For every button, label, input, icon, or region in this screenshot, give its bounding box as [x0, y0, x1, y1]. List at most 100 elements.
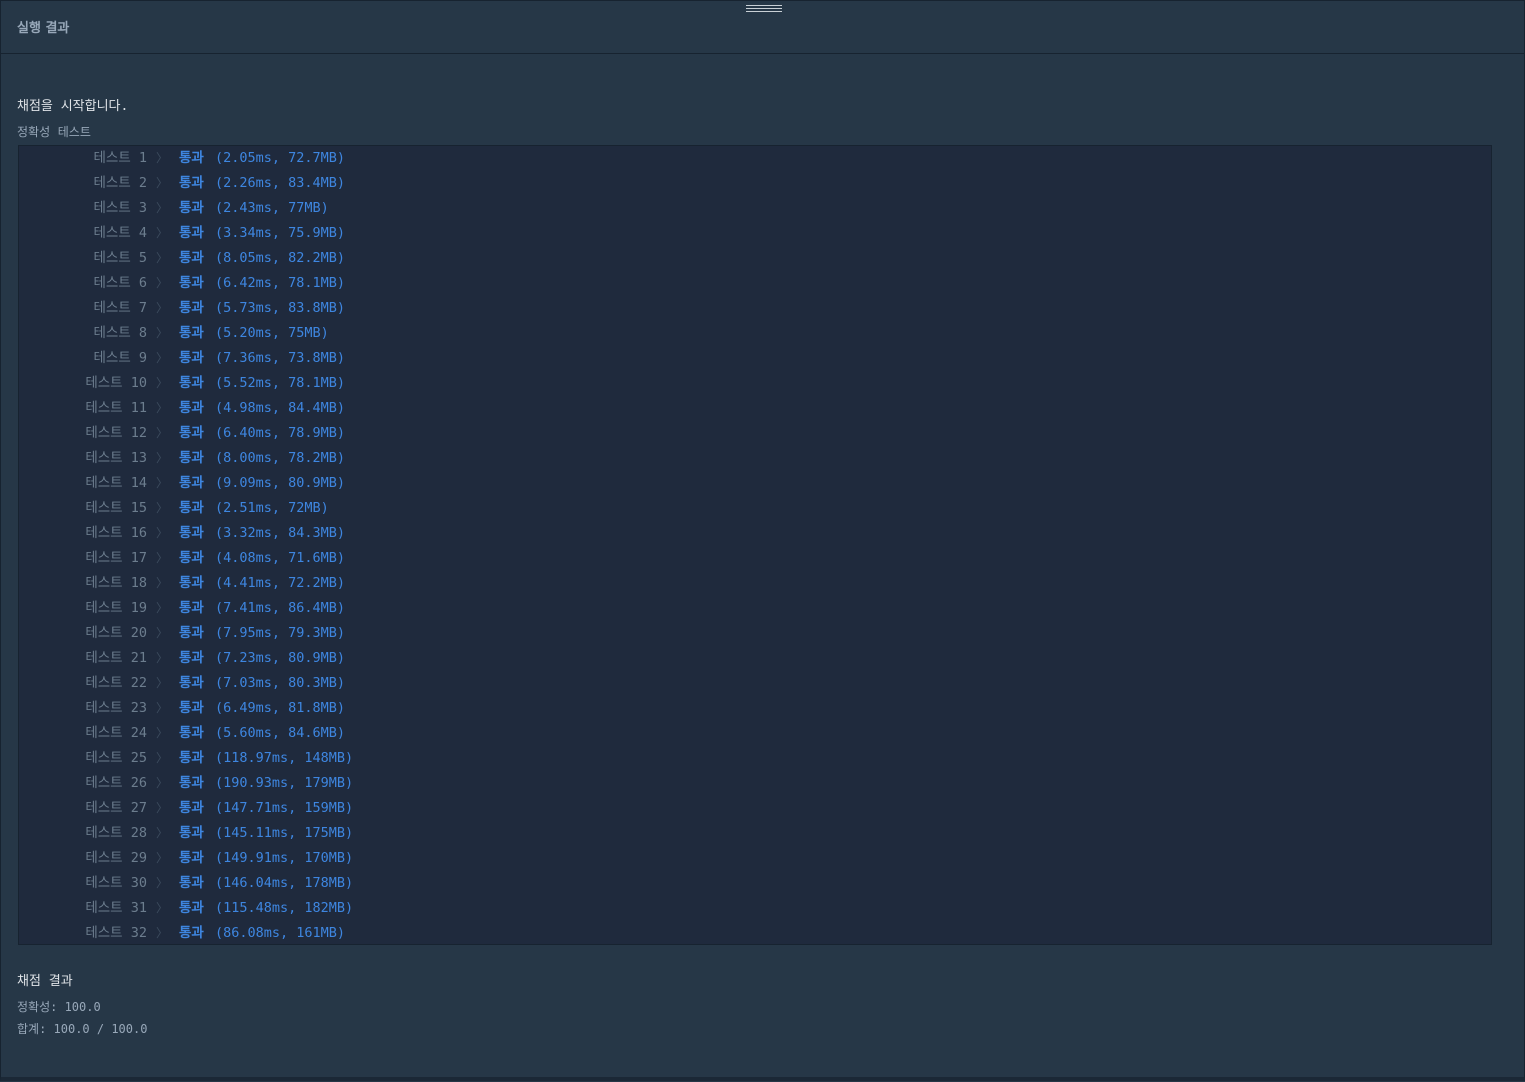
test-label: 테스트 12 [85, 425, 147, 441]
test-result: 통과 [179, 475, 204, 491]
drag-handle-icon[interactable] [746, 5, 782, 14]
test-detail: (8.05ms, 82.2MB) [215, 250, 346, 266]
test-detail: (6.49ms, 81.8MB) [215, 700, 346, 716]
chevron-right-icon: 〉 [156, 251, 169, 265]
chevron-right-icon: 〉 [156, 151, 169, 165]
test-detail: (5.73ms, 83.8MB) [215, 300, 346, 316]
test-result: 통과 [179, 650, 204, 666]
test-result: 통과 [179, 925, 204, 941]
test-label: 테스트 14 [85, 475, 147, 491]
test-label: 테스트 5 [93, 250, 147, 266]
test-detail: (2.26ms, 83.4MB) [215, 175, 346, 191]
test-result: 통과 [179, 800, 204, 816]
test-detail: (5.60ms, 84.6MB) [215, 725, 346, 741]
test-label: 테스트 29 [85, 850, 147, 866]
chevron-right-icon: 〉 [156, 226, 169, 240]
test-label: 테스트 15 [85, 500, 147, 516]
test-result: 통과 [179, 575, 204, 591]
chevron-right-icon: 〉 [156, 826, 169, 840]
test-detail: (190.93ms, 179MB) [215, 775, 354, 791]
test-detail: (118.97ms, 148MB) [215, 750, 354, 766]
test-label: 테스트 7 [93, 300, 147, 316]
chevron-right-icon: 〉 [156, 201, 169, 215]
test-result: 통과 [179, 700, 204, 716]
summary-total: 합계: 100.0 / 100.0 [17, 1022, 148, 1036]
test-result: 통과 [179, 400, 204, 416]
test-label: 테스트 4 [93, 225, 147, 241]
chevron-right-icon: 〉 [156, 451, 169, 465]
chevron-right-icon: 〉 [156, 576, 169, 590]
summary-accuracy: 정확성: 100.0 [17, 1000, 101, 1014]
chevron-right-icon: 〉 [156, 551, 169, 565]
test-detail: (4.98ms, 84.4MB) [215, 400, 346, 416]
test-detail: (7.95ms, 79.3MB) [215, 625, 346, 641]
test-result: 통과 [179, 375, 204, 391]
test-label: 테스트 6 [93, 275, 147, 291]
chevron-right-icon: 〉 [156, 901, 169, 915]
test-result: 통과 [179, 600, 204, 616]
chevron-right-icon: 〉 [156, 726, 169, 740]
test-result: 통과 [179, 525, 204, 541]
chevron-right-icon: 〉 [156, 276, 169, 290]
test-label: 테스트 9 [93, 350, 147, 366]
test-detail: (2.51ms, 72MB) [215, 500, 329, 516]
test-result: 통과 [179, 500, 204, 516]
test-detail: (5.20ms, 75MB) [215, 325, 329, 341]
test-result: 통과 [179, 275, 204, 291]
test-label: 테스트 28 [85, 825, 147, 841]
test-label: 테스트 31 [85, 900, 147, 916]
test-result: 통과 [179, 225, 204, 241]
chevron-right-icon: 〉 [156, 926, 169, 940]
test-result: 통과 [179, 150, 204, 166]
chevron-right-icon: 〉 [156, 351, 169, 365]
test-detail: (3.34ms, 75.9MB) [215, 225, 346, 241]
test-result: 통과 [179, 350, 204, 366]
test-detail: (7.23ms, 80.9MB) [215, 650, 346, 666]
test-label: 테스트 1 [93, 150, 147, 166]
chevron-right-icon: 〉 [156, 776, 169, 790]
test-detail: (7.36ms, 73.8MB) [215, 350, 346, 366]
test-label: 테스트 23 [85, 700, 147, 716]
section-label: 정확성 테스트 [17, 125, 91, 139]
test-detail: (146.04ms, 178MB) [215, 875, 354, 891]
result-panel: 실행 결과 채점을 시작합니다. 정확성 테스트 테스트 1 〉 통과 (2.05ms… [0, 0, 1525, 1081]
test-detail: (86.08ms, 161MB) [215, 925, 346, 941]
test-result: 통과 [179, 250, 204, 266]
test-label: 테스트 11 [85, 400, 147, 416]
test-label: 테스트 30 [85, 875, 147, 891]
test-result: 통과 [179, 750, 204, 766]
test-label: 테스트 3 [93, 200, 147, 216]
test-label: 테스트 2 [93, 175, 147, 191]
test-detail: (4.08ms, 71.6MB) [215, 550, 346, 566]
test-result: 통과 [179, 325, 204, 341]
chevron-right-icon: 〉 [156, 876, 169, 890]
test-result: 통과 [179, 875, 204, 891]
test-result: 통과 [179, 725, 204, 741]
test-label: 테스트 20 [85, 625, 147, 641]
test-detail: (6.40ms, 78.9MB) [215, 425, 346, 441]
start-message: 채점을 시작합니다. [17, 99, 129, 114]
chevron-right-icon: 〉 [156, 526, 169, 540]
chevron-right-icon: 〉 [156, 801, 169, 815]
test-result: 통과 [179, 825, 204, 841]
test-detail: (4.41ms, 72.2MB) [215, 575, 346, 591]
chevron-right-icon: 〉 [156, 401, 169, 415]
test-detail: (8.00ms, 78.2MB) [215, 450, 346, 466]
test-label: 테스트 24 [85, 725, 147, 741]
panel-header: 실행 결과 [1, 1, 1524, 54]
test-label: 테스트 18 [85, 575, 147, 591]
chevron-right-icon: 〉 [156, 326, 169, 340]
test-result: 통과 [179, 200, 204, 216]
test-label: 테스트 10 [85, 375, 147, 391]
panel-title: 실행 결과 [17, 21, 70, 36]
test-result: 통과 [179, 775, 204, 791]
chevron-right-icon: 〉 [156, 751, 169, 765]
chevron-right-icon: 〉 [156, 651, 169, 665]
chevron-right-icon: 〉 [156, 376, 169, 390]
test-detail: (149.91ms, 170MB) [215, 850, 354, 866]
test-detail: (3.32ms, 84.3MB) [215, 525, 346, 541]
test-result: 통과 [179, 450, 204, 466]
test-result: 통과 [179, 850, 204, 866]
test-result: 통과 [179, 425, 204, 441]
test-label: 테스트 19 [85, 600, 147, 616]
